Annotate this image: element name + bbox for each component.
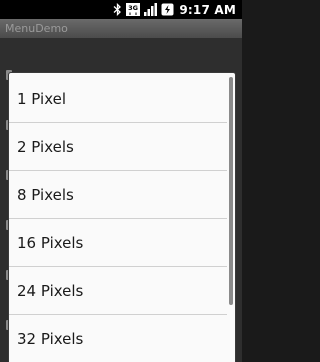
3g-label: 3G (128, 4, 138, 12)
menu-item-2-pixels[interactable]: 2 Pixels (9, 123, 227, 171)
status-bar: 3G 9:17 AM (0, 0, 242, 19)
app-title: MenuDemo (5, 22, 68, 35)
app-title-bar: MenuDemo (0, 19, 242, 38)
menu-item-1-pixel[interactable]: 1 Pixel (9, 75, 227, 123)
menu-item-16-pixels[interactable]: 16 Pixels (9, 219, 227, 267)
menu-list[interactable]: 1 Pixel 2 Pixels 8 Pixels 16 Pixels 24 P… (9, 75, 227, 362)
3g-icon: 3G (126, 3, 141, 16)
context-menu-dialog: 1 Pixel 2 Pixels 8 Pixels 16 Pixels 24 P… (8, 72, 236, 362)
menu-scrollbar[interactable] (229, 77, 233, 305)
menu-item-8-pixels[interactable]: 8 Pixels (9, 171, 227, 219)
signal-icon (144, 3, 158, 16)
bluetooth-icon (113, 3, 122, 16)
menu-item-24-pixels[interactable]: 24 Pixels (9, 267, 227, 315)
battery-icon (161, 3, 174, 16)
menu-item-32-pixels[interactable]: 32 Pixels (9, 315, 227, 362)
status-time: 9:17 AM (179, 2, 236, 17)
android-screen: 3G 9:17 AM MenuDemo 1 Pixel 2 Pixels 8 P… (0, 0, 242, 362)
